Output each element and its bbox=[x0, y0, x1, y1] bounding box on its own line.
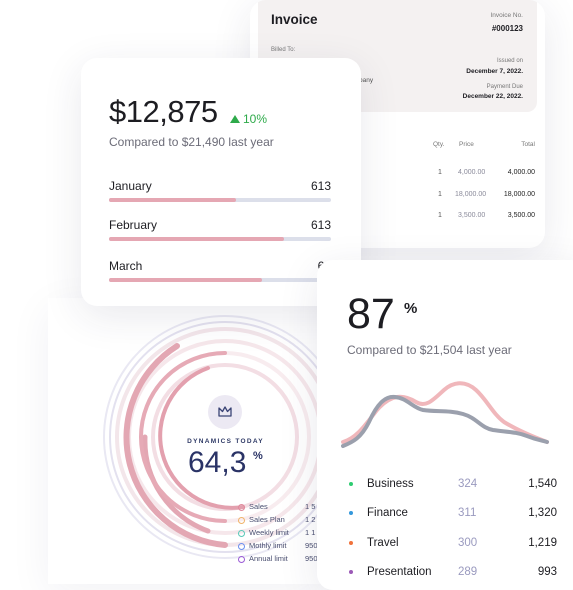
billed-to-label: Billed To: bbox=[271, 47, 296, 53]
legend-label: Weekly limit bbox=[249, 528, 289, 537]
category-value: 1,219 bbox=[528, 537, 557, 549]
category-count: 289 bbox=[458, 566, 478, 578]
legend-value: 1 1 bbox=[305, 528, 316, 537]
month-name: February bbox=[109, 218, 158, 232]
legend-dot bbox=[238, 543, 245, 550]
category-name: Finance bbox=[367, 507, 408, 519]
row-total: 4,000.00 bbox=[507, 169, 535, 176]
category-dot bbox=[349, 541, 353, 545]
revenue-compare: Compared to $21,490 last year bbox=[109, 135, 274, 149]
percentage-card: 87 % Compared to $21,504 last year Busin… bbox=[317, 260, 573, 590]
category-count: 324 bbox=[458, 478, 478, 490]
row-total: 3,500.00 bbox=[507, 212, 535, 219]
category-row: Business 324 1,540 bbox=[347, 478, 557, 494]
category-name: Presentation bbox=[367, 566, 432, 578]
trend-up-icon bbox=[230, 115, 240, 123]
category-name: Travel bbox=[367, 537, 399, 549]
row-qty: 1 bbox=[438, 212, 442, 219]
category-count: 311 bbox=[458, 507, 477, 519]
legend-label: Mothly limit bbox=[249, 541, 287, 550]
qty-header: Qty. bbox=[433, 141, 445, 148]
revenue-delta: 10% bbox=[230, 112, 267, 126]
legend-dot bbox=[238, 530, 245, 537]
legend-dot bbox=[238, 556, 245, 563]
legend-dot bbox=[238, 504, 245, 511]
dynamics-label: DYNAMICS TODAY bbox=[187, 438, 264, 445]
dynamics-card: DYNAMICS TODAY 64,3 % Sales 1 5 Sales Pl… bbox=[48, 298, 320, 584]
month-progress-fill bbox=[109, 278, 263, 282]
payment-due-date: December 22, 2022. bbox=[462, 93, 523, 100]
month-progress-track bbox=[109, 278, 331, 282]
category-value: 1,540 bbox=[528, 478, 557, 490]
category-dot bbox=[349, 482, 353, 486]
month-progress-track bbox=[109, 237, 331, 241]
row-price: 18,000.00 bbox=[455, 191, 487, 198]
percentage-value: 87 bbox=[347, 290, 395, 338]
legend-label: Annual limit bbox=[249, 554, 288, 563]
legend-value: 1 5 bbox=[305, 502, 316, 511]
percentage-compare: Compared to $21,504 last year bbox=[347, 343, 512, 357]
month-progress-track bbox=[109, 198, 331, 202]
category-dot bbox=[349, 570, 353, 574]
row-price: 3,500.00 bbox=[458, 212, 486, 219]
category-count: 300 bbox=[458, 537, 478, 549]
issued-on-label: Issued on bbox=[496, 58, 523, 64]
ring-track bbox=[127, 339, 320, 535]
legend-value: 950 bbox=[305, 541, 318, 550]
legend-label: Sales Plan bbox=[249, 515, 285, 524]
month-name: March bbox=[109, 259, 143, 273]
invoice-title: Invoice bbox=[271, 12, 318, 27]
legend-value: 1 2 bbox=[305, 515, 316, 524]
row-qty: 1 bbox=[438, 191, 442, 198]
crown-glyph bbox=[218, 406, 232, 417]
percentage-unit: % bbox=[404, 300, 418, 317]
payment-due-label: Payment Due bbox=[486, 84, 523, 90]
legend-label: Sales bbox=[249, 502, 268, 511]
category-name: Business bbox=[367, 478, 414, 490]
category-dot bbox=[349, 511, 353, 515]
price-header: Price bbox=[459, 141, 474, 148]
category-value: 1,320 bbox=[528, 507, 557, 519]
month-progress-fill bbox=[109, 237, 285, 241]
row-total: 18,000.00 bbox=[503, 191, 535, 198]
dynamics-unit: % bbox=[253, 450, 263, 462]
revenue-amount: $12,875 bbox=[109, 94, 218, 129]
total-header: Total bbox=[521, 141, 535, 148]
month-progress-fill bbox=[109, 198, 236, 202]
row-qty: 1 bbox=[438, 169, 442, 176]
legend-value: 950 bbox=[305, 554, 318, 563]
month-value: 613 bbox=[310, 218, 331, 232]
legend-dot bbox=[238, 517, 245, 524]
gray-series-line bbox=[341, 394, 549, 448]
ring-track bbox=[151, 363, 299, 511]
category-value: 993 bbox=[537, 566, 557, 578]
month-value: 613 bbox=[310, 179, 331, 193]
issued-on-date: December 7, 2022. bbox=[466, 68, 523, 75]
crown-icon bbox=[208, 395, 242, 429]
row-price: 4,000.00 bbox=[458, 169, 486, 176]
dynamics-value: 64,3 bbox=[188, 446, 247, 479]
invoice-number: #000123 bbox=[491, 24, 523, 33]
revenue-delta-value: 10% bbox=[243, 112, 268, 126]
category-row: Travel 300 1,219 bbox=[347, 537, 557, 553]
category-row: Finance 311 1,320 bbox=[347, 507, 557, 523]
month-name: January bbox=[109, 179, 152, 193]
category-row: Presentation 289 993 bbox=[347, 566, 557, 582]
invoice-number-label: Invoice No. bbox=[490, 12, 523, 19]
trend-chart bbox=[341, 381, 549, 448]
